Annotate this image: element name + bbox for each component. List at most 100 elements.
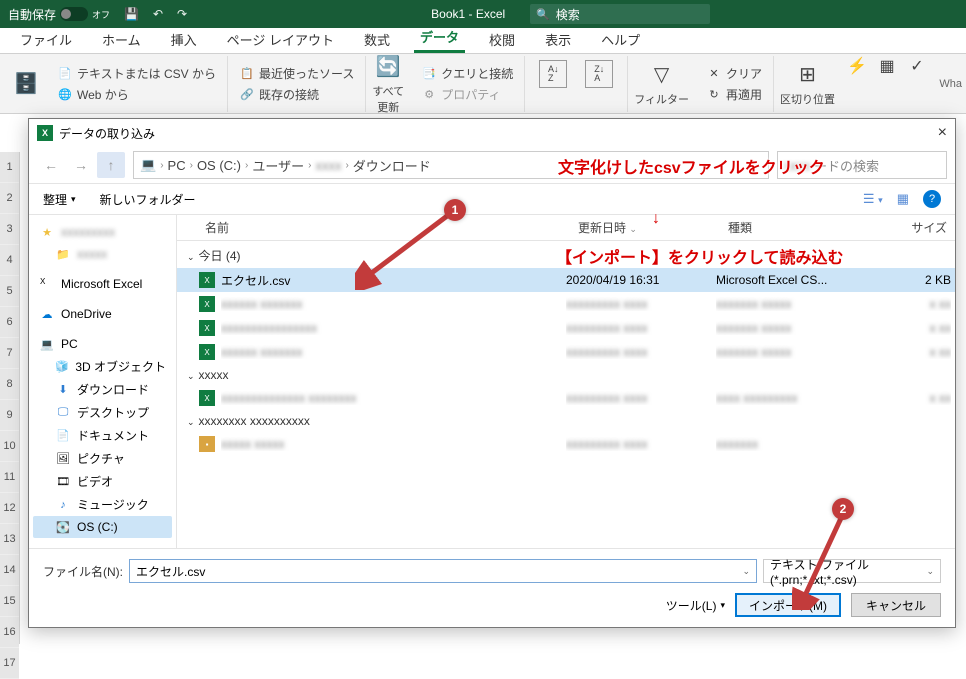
filename-input[interactable]: エクセル.csv⌄	[129, 559, 757, 583]
up-button[interactable]: ↑	[97, 152, 125, 178]
tab-review[interactable]: 校閲	[483, 26, 521, 53]
tab-layout[interactable]: ページ レイアウト	[221, 26, 340, 53]
col-name[interactable]: 名前	[177, 219, 570, 236]
row-header[interactable]: 8	[0, 369, 19, 400]
row-header[interactable]: 13	[0, 524, 19, 555]
excel-file-icon: X	[199, 344, 215, 360]
filter-button[interactable]: ▽ フィルター	[628, 59, 695, 109]
row-header[interactable]: 17	[0, 648, 19, 679]
file-list-header[interactable]: 名前 更新日時 ⌄ 種類 サイズ	[177, 215, 955, 241]
existing-connections-button[interactable]: 🔗既存の接続	[236, 85, 357, 104]
get-data-button[interactable]: 🗄️	[6, 68, 46, 100]
sidebar-3d[interactable]: 🧊3D オブジェクト	[33, 355, 172, 378]
clear-button[interactable]: ✕クリア	[703, 64, 765, 83]
row-header[interactable]: 15	[0, 586, 19, 617]
reapply-button[interactable]: ↻再適用	[703, 85, 765, 104]
text-to-columns-button[interactable]: ⊞ 区切り位置	[774, 59, 841, 109]
sidebar-osc[interactable]: 💽OS (C:)	[33, 516, 172, 538]
tab-help[interactable]: ヘルプ	[595, 26, 646, 53]
row-header[interactable]: 7	[0, 338, 19, 369]
row-header[interactable]: 2	[0, 183, 19, 214]
row-header[interactable]: 14	[0, 555, 19, 586]
file-row[interactable]: Xxxxxxxxxxxxxxx xxxxxxxxxxxxxxxxx xxxxxx…	[177, 386, 955, 410]
folder-icon: ▪	[199, 436, 215, 452]
view-details-icon[interactable]: ☰ ▾	[863, 191, 883, 207]
refresh-all-button[interactable]: 🔄 すべて 更新	[366, 51, 410, 117]
objects3d-icon: 🧊	[55, 359, 69, 375]
row-header[interactable]: 1	[0, 152, 19, 183]
from-text-csv-button[interactable]: 📄テキストまたは CSV から	[54, 64, 219, 83]
tab-data[interactable]: データ	[414, 23, 465, 53]
sidebar-documents[interactable]: 📄ドキュメント	[33, 424, 172, 447]
tab-formula[interactable]: 数式	[358, 26, 396, 53]
row-header[interactable]: 5	[0, 276, 19, 307]
remove-dup-icon[interactable]: ▦	[879, 58, 895, 74]
flash-fill-icon[interactable]: ⚡	[849, 58, 865, 74]
col-type[interactable]: 種類	[720, 219, 895, 236]
sort-az-button[interactable]: A↓Z	[533, 58, 573, 110]
tab-file[interactable]: ファイル	[14, 26, 78, 53]
autosave-toggle[interactable]: 自動保存 オフ	[8, 6, 110, 23]
save-icon[interactable]: 💾	[124, 7, 139, 21]
undo-icon[interactable]: ↶	[153, 7, 163, 21]
sidebar-downloads[interactable]: ⬇ダウンロード	[33, 378, 172, 401]
file-row[interactable]: Xxxxxxx xxxxxxxxxxxxxxxx xxxxxxxxxxx xxx…	[177, 340, 955, 364]
folder-search[interactable]: xxxxードの検索	[777, 151, 947, 179]
tab-insert[interactable]: 挿入	[165, 26, 203, 53]
help-icon[interactable]: ?	[923, 190, 941, 208]
autosave-state: オフ	[92, 8, 110, 21]
import-button[interactable]: インポート(M)	[735, 593, 841, 617]
validation-icon[interactable]: ✓	[909, 58, 925, 74]
recent-sources-button[interactable]: 📋最近使ったソース	[236, 64, 357, 83]
sort-za-button[interactable]: Z↓A	[579, 58, 619, 110]
row-header[interactable]: 16	[0, 617, 19, 648]
tab-view[interactable]: 表示	[539, 26, 577, 53]
row-header[interactable]: 11	[0, 462, 19, 493]
drive-icon: 💽	[55, 519, 71, 535]
file-row[interactable]: Xxxxxxxxxxxxxxxxxxxxxxxxxx xxxxxxxxxxx x…	[177, 316, 955, 340]
redo-icon[interactable]: ↷	[177, 7, 187, 21]
new-folder-button[interactable]: 新しいフォルダー	[100, 191, 196, 208]
file-row[interactable]: Xxxxxxx xxxxxxxxxxxxxxxx xxxxxxxxxxx xxx…	[177, 292, 955, 316]
col-date[interactable]: 更新日時 ⌄	[570, 219, 720, 236]
sidebar-pc[interactable]: 💻PC	[33, 333, 172, 355]
group-today[interactable]: ⌄今日 (4)	[177, 243, 955, 268]
row-header[interactable]: 4	[0, 245, 19, 276]
file-row[interactable]: ▪xxxxx xxxxxxxxxxxxxx xxxxxxxxxxx	[177, 432, 955, 456]
web-icon: 🌐	[57, 86, 73, 102]
close-button[interactable]: ×	[938, 124, 947, 142]
dialog-title: データの取り込み	[59, 125, 155, 142]
sidebar-music[interactable]: ♪ミュージック	[33, 493, 172, 516]
breadcrumb[interactable]: 💻 › PC› OS (C:)› ユーザー› xxxx› ダウンロード	[133, 151, 769, 179]
search-box[interactable]: 🔍 検索	[530, 4, 710, 24]
folder-tree[interactable]: ★xxxxxxxxx 📁xxxxx XMicrosoft Excel ☁OneD…	[29, 215, 177, 548]
group-blurred: ⌄xxxxx	[177, 364, 955, 386]
toggle-icon[interactable]	[60, 7, 88, 21]
row-header[interactable]: 10	[0, 431, 19, 462]
row-header[interactable]: 3	[0, 214, 19, 245]
dialog-titlebar: X データの取り込み ×	[29, 119, 955, 147]
col-size[interactable]: サイズ	[895, 219, 955, 236]
tab-home[interactable]: ホーム	[96, 26, 147, 53]
organize-button[interactable]: 整理 ▾	[43, 191, 76, 208]
filter-icon: ▽	[648, 61, 676, 89]
row-header[interactable]: 12	[0, 493, 19, 524]
view-list-icon[interactable]: ▦	[897, 191, 909, 207]
tools-dropdown[interactable]: ツール(L) ▾	[666, 597, 725, 614]
queries-button[interactable]: 📑クエリと接続	[418, 64, 516, 83]
row-header[interactable]: 9	[0, 400, 19, 431]
filename-label: ファイル名(N):	[43, 563, 123, 580]
row-header[interactable]: 6	[0, 307, 19, 338]
sidebar-pictures[interactable]: 🖼ピクチャ	[33, 447, 172, 470]
file-row-selected[interactable]: X エクセル.csv 2020/04/19 16:31 Microsoft Ex…	[177, 268, 955, 292]
sidebar-video[interactable]: 🎞ビデオ	[33, 470, 172, 493]
sidebar-onedrive[interactable]: ☁OneDrive	[33, 303, 172, 325]
file-type-filter[interactable]: テキスト ファイル (*.prn;*.txt;*.csv)⌄	[763, 559, 941, 583]
sidebar-excel[interactable]: XMicrosoft Excel	[33, 273, 172, 295]
cancel-button[interactable]: キャンセル	[851, 593, 941, 617]
from-web-button[interactable]: 🌐Web から	[54, 85, 219, 104]
back-button[interactable]: ←	[37, 152, 65, 178]
sidebar-desktop[interactable]: 🖵デスクトップ	[33, 401, 172, 424]
properties-button[interactable]: ⚙プロパティ	[418, 85, 516, 104]
forward-button: →	[67, 152, 95, 178]
